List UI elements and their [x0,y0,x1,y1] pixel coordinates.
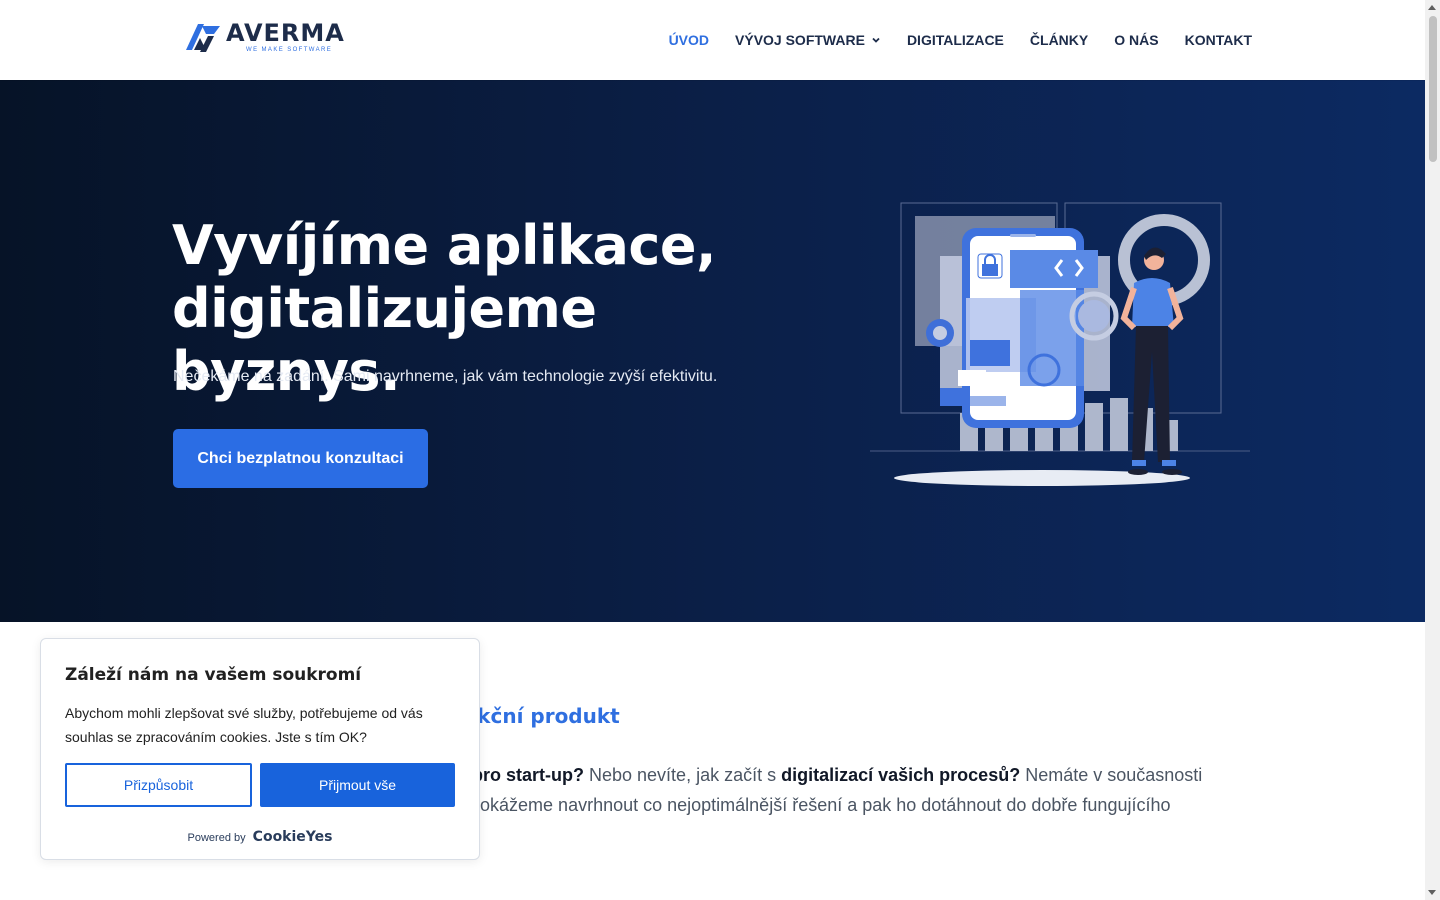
nav-item-digitalizace[interactable]: DIGITALIZACE [907,32,1004,48]
powered-by: Powered by CookieYes [41,829,479,845]
hero-title-line-1: Vyvíjíme aplikace, [172,214,717,277]
free-consultation-button[interactable]: Chci bezplatnou konzultaci [173,429,428,488]
powered-by-label: Powered by [187,832,246,844]
page-scrollbar[interactable] [1425,0,1440,900]
cookieyes-logo[interactable]: CookieYes [253,829,333,845]
nav-item-o-nas[interactable]: O NÁS [1114,32,1158,48]
chevron-down-icon [872,37,880,43]
cookie-title: Záleží nám na vašem soukromí [65,665,362,685]
customize-cookies-button[interactable]: Přizpůsobit [65,763,252,807]
scroll-down-arrow-icon[interactable] [1428,890,1436,895]
intro-bold-2: digitalizací vašich procesů? [781,765,1021,785]
logo-tagline: WE MAKE SOFTWARE [246,47,333,53]
averma-logo[interactable]: AVERMA WE MAKE SOFTWARE [184,20,345,54]
scrollbar-thumb[interactable] [1429,16,1437,162]
cookie-consent-banner: Záleží nám na vašem soukromí Abychom moh… [40,638,480,860]
intro-text-1: Nebo nevíte, jak začít s [584,765,782,785]
scroll-up-arrow-icon[interactable] [1428,5,1436,10]
nav-item-vyvoj-software[interactable]: VÝVOJ SOFTWARE [735,32,881,48]
hero-section: Vyvíjíme aplikace, digitalizujeme byznys… [0,80,1425,622]
logo-wordmark: AVERMA [226,19,345,47]
hero-subtitle: Nečekáme na zadání. Sami navrhneme, jak … [173,368,718,385]
accept-all-cookies-button[interactable]: Přijmout vše [260,763,455,807]
nav-item-uvod[interactable]: ÚVOD [669,32,709,48]
nav-item-clanky[interactable]: ČLÁNKY [1030,32,1088,48]
nav-item-label: VÝVOJ SOFTWARE [735,32,865,48]
main-nav: ÚVOD VÝVOJ SOFTWARE DIGITALIZACE ČLÁNKY … [669,0,1252,80]
cookie-description: Abychom mohli zlepšovat své služby, potř… [65,705,423,745]
averma-logo-icon [186,24,220,52]
nav-item-kontakt[interactable]: KONTAKT [1185,32,1252,48]
intro-line-2: ám dokážeme navrhnout co nejoptimálnější… [440,795,1171,815]
intro-paragraph: ukt pro start-up? Nebo nevíte, jak začít… [440,760,1260,820]
intro-text-2: Nemáte v současnosti [1020,765,1203,785]
site-header: AVERMA WE MAKE SOFTWARE ÚVOD VÝVOJ SOFTW… [0,0,1425,80]
app-development-illustration [870,202,1250,486]
